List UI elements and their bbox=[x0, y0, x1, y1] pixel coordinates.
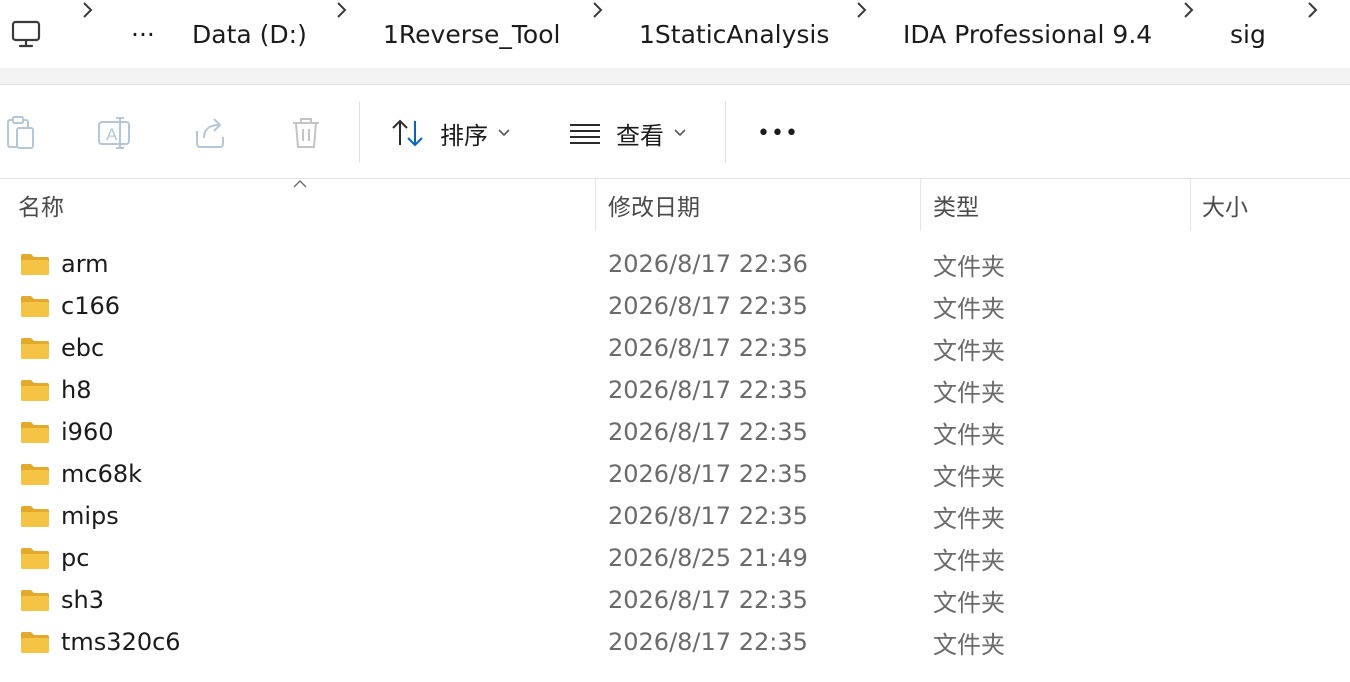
file-type: 文件夹 bbox=[933, 252, 1005, 281]
breadcrumb-item-drive[interactable]: Data (D:) bbox=[192, 0, 307, 68]
breadcrumb-item-sig[interactable]: sig bbox=[1230, 0, 1266, 68]
chevron-down-icon bbox=[498, 129, 510, 137]
file-explorer: ··· Data (D:) 1Reverse_Tool 1StaticAnaly… bbox=[0, 0, 1350, 682]
column-resize-handle[interactable] bbox=[1190, 179, 1191, 231]
view-button[interactable]: 查看 bbox=[568, 105, 686, 161]
file-name: pc bbox=[61, 544, 90, 572]
chevron-right-icon[interactable] bbox=[1302, 0, 1322, 20]
chevron-right-icon[interactable] bbox=[77, 0, 97, 20]
file-type: 文件夹 bbox=[933, 588, 1005, 617]
file-name: i960 bbox=[61, 418, 114, 446]
file-name: sh3 bbox=[61, 586, 104, 614]
sort-icon bbox=[392, 119, 423, 147]
file-type: 文件夹 bbox=[933, 546, 1005, 575]
file-name: tms320c6 bbox=[61, 628, 181, 656]
toolbar-separator bbox=[359, 101, 360, 163]
file-row[interactable]: h8 2026/8/17 22:35 文件夹 bbox=[0, 369, 1350, 411]
column-resize-handle[interactable] bbox=[920, 179, 921, 231]
file-modified: 2026/8/17 22:35 bbox=[608, 502, 808, 530]
file-modified: 2026/8/17 22:35 bbox=[608, 460, 808, 488]
file-row[interactable]: i960 2026/8/17 22:35 文件夹 bbox=[0, 411, 1350, 453]
file-name: h8 bbox=[61, 376, 92, 404]
address-bar[interactable]: ··· Data (D:) 1Reverse_Tool 1StaticAnaly… bbox=[0, 0, 1350, 69]
delete-icon[interactable] bbox=[286, 113, 326, 153]
file-modified: 2026/8/17 22:35 bbox=[608, 418, 808, 446]
file-type: 文件夹 bbox=[933, 294, 1005, 323]
folder-icon bbox=[21, 464, 49, 485]
file-modified: 2026/8/17 22:36 bbox=[608, 250, 808, 278]
sort-ascending-icon bbox=[293, 180, 307, 188]
rename-icon[interactable]: A bbox=[94, 113, 134, 153]
folder-icon bbox=[21, 380, 49, 401]
address-bar-divider bbox=[0, 68, 1350, 85]
folder-icon bbox=[21, 338, 49, 359]
file-row[interactable]: c166 2026/8/17 22:35 文件夹 bbox=[0, 285, 1350, 327]
this-pc-icon[interactable] bbox=[10, 0, 42, 68]
file-name: ebc bbox=[61, 334, 105, 362]
command-bar: A 排序 查看 ••• bbox=[0, 85, 1350, 179]
chevron-right-icon[interactable] bbox=[587, 0, 607, 20]
file-modified: 2026/8/17 22:35 bbox=[608, 586, 808, 614]
column-header-name[interactable]: 名称 bbox=[18, 179, 64, 231]
ellipsis-icon[interactable]: ··· bbox=[131, 20, 155, 49]
column-header-modified[interactable]: 修改日期 bbox=[608, 179, 700, 231]
file-type: 文件夹 bbox=[933, 420, 1005, 449]
breadcrumb-item-reverse-tool[interactable]: 1Reverse_Tool bbox=[383, 0, 560, 68]
view-label: 查看 bbox=[616, 121, 664, 150]
file-name: arm bbox=[61, 250, 109, 278]
file-row[interactable]: tms320c6 2026/8/17 22:35 文件夹 bbox=[0, 621, 1350, 663]
file-type: 文件夹 bbox=[933, 630, 1005, 659]
file-name: c166 bbox=[61, 292, 121, 320]
file-row[interactable]: ebc 2026/8/17 22:35 文件夹 bbox=[0, 327, 1350, 369]
folder-icon bbox=[21, 590, 49, 611]
file-modified: 2026/8/17 22:35 bbox=[608, 292, 808, 320]
breadcrumb-item-static-analysis[interactable]: 1StaticAnalysis bbox=[639, 0, 829, 68]
column-resize-handle[interactable] bbox=[595, 179, 596, 231]
folder-icon bbox=[21, 548, 49, 569]
folder-icon bbox=[21, 296, 49, 317]
file-row[interactable]: arm 2026/8/17 22:36 文件夹 bbox=[0, 243, 1350, 285]
view-list-icon bbox=[570, 124, 600, 144]
chevron-right-icon[interactable] bbox=[331, 0, 351, 20]
file-name: mips bbox=[61, 502, 119, 530]
file-row[interactable]: pc 2026/8/25 21:49 文件夹 bbox=[0, 537, 1350, 579]
share-icon[interactable] bbox=[190, 113, 230, 153]
file-row[interactable]: sh3 2026/8/17 22:35 文件夹 bbox=[0, 579, 1350, 621]
folder-icon bbox=[21, 254, 49, 275]
file-type: 文件夹 bbox=[933, 504, 1005, 533]
file-modified: 2026/8/25 21:49 bbox=[608, 544, 808, 572]
folder-icon bbox=[21, 632, 49, 653]
breadcrumb-item-ida[interactable]: IDA Professional 9.4 bbox=[903, 0, 1152, 68]
chevron-right-icon[interactable] bbox=[851, 0, 871, 20]
file-modified: 2026/8/17 22:35 bbox=[608, 628, 808, 656]
file-type: 文件夹 bbox=[933, 378, 1005, 407]
file-type: 文件夹 bbox=[933, 462, 1005, 491]
column-headers: 名称 修改日期 类型 大小 bbox=[0, 179, 1350, 231]
file-modified: 2026/8/17 22:35 bbox=[608, 334, 808, 362]
more-options-button[interactable]: ••• bbox=[757, 105, 799, 161]
svg-text:A: A bbox=[106, 125, 118, 144]
file-row[interactable]: mips 2026/8/17 22:35 文件夹 bbox=[0, 495, 1350, 537]
column-header-type[interactable]: 类型 bbox=[933, 179, 979, 231]
file-name: mc68k bbox=[61, 460, 143, 488]
folder-icon bbox=[21, 506, 49, 527]
paste-icon[interactable] bbox=[0, 113, 40, 153]
sort-button[interactable]: 排序 bbox=[390, 105, 510, 161]
breadcrumb-overflow[interactable]: ··· bbox=[131, 0, 155, 68]
column-header-size[interactable]: 大小 bbox=[1202, 179, 1248, 231]
chevron-down-icon bbox=[674, 129, 686, 137]
file-type: 文件夹 bbox=[933, 336, 1005, 365]
file-modified: 2026/8/17 22:35 bbox=[608, 376, 808, 404]
more-icon: ••• bbox=[757, 120, 799, 146]
folder-icon bbox=[21, 422, 49, 443]
sort-label: 排序 bbox=[440, 121, 488, 150]
chevron-right-icon[interactable] bbox=[1178, 0, 1198, 20]
file-row[interactable]: mc68k 2026/8/17 22:35 文件夹 bbox=[0, 453, 1350, 495]
file-list: arm 2026/8/17 22:36 文件夹 c166 2026/8/17 2… bbox=[0, 243, 1350, 663]
toolbar-separator bbox=[725, 101, 726, 163]
